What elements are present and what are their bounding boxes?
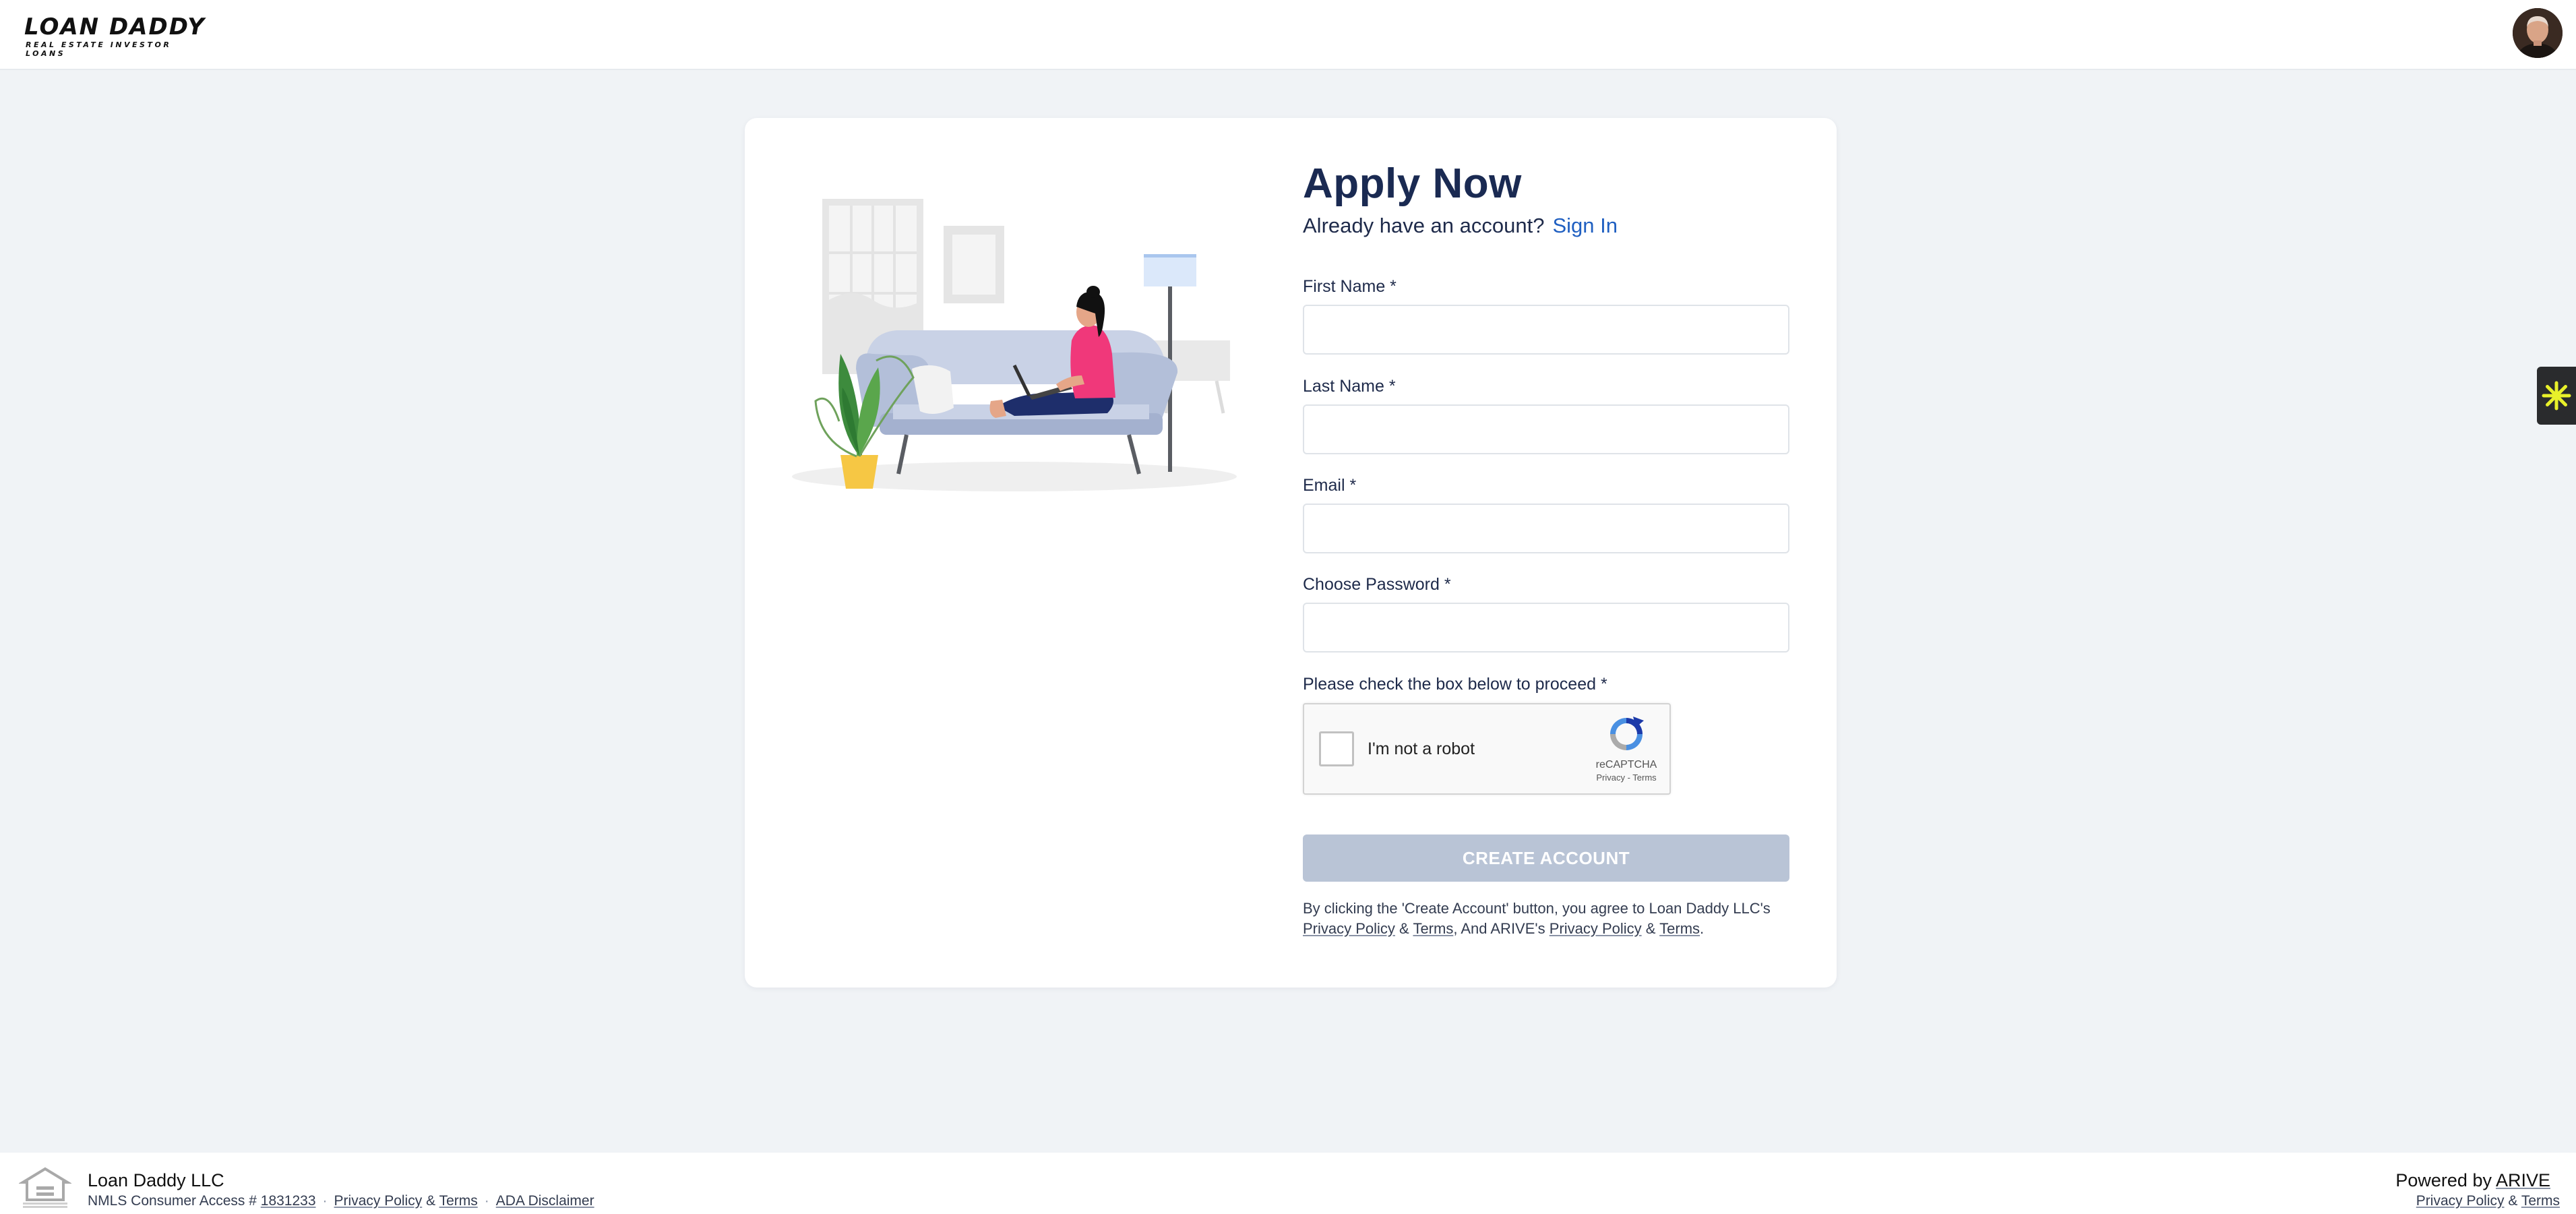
- footer-separator: ·: [322, 1193, 328, 1209]
- footer-amp: &: [426, 1193, 436, 1209]
- recaptcha-terms-link[interactable]: Terms: [1632, 772, 1656, 783]
- captcha-instruction: Please check the box below to proceed *: [1303, 675, 1607, 694]
- loan-daddy-logo[interactable]: LOAN DADDY REAL ESTATE INVESTOR LOANS: [24, 13, 213, 58]
- footer-bar: Loan Daddy LLC NMLS Consumer Access # 18…: [0, 1153, 2576, 1214]
- recaptcha-checkbox[interactable]: [1319, 731, 1354, 766]
- disclaimer-middle: , And ARIVE's: [1453, 920, 1550, 937]
- last-name-label: Last Name *: [1303, 377, 1396, 396]
- terms-disclaimer: By clicking the 'Create Account' button,…: [1303, 899, 1789, 939]
- zap-widget-icon: [2542, 381, 2571, 411]
- recaptcha-label: I'm not a robot: [1368, 739, 1475, 758]
- arive-terms-footer-link[interactable]: Terms: [2521, 1193, 2560, 1209]
- first-name-field[interactable]: [1303, 305, 1789, 355]
- first-name-label: First Name *: [1303, 277, 1397, 296]
- create-account-button[interactable]: CREATE ACCOUNT: [1303, 834, 1789, 882]
- equal-housing-opportunity-icon: [19, 1167, 71, 1208]
- signup-card: Apply Now Already have an account? Sign I…: [745, 118, 1837, 988]
- last-name-field[interactable]: [1303, 404, 1789, 454]
- disclaimer-end: .: [1700, 920, 1705, 937]
- subtitle: Already have an account? Sign In: [1303, 214, 1618, 238]
- footer-right-links: Privacy Policy & Terms: [2416, 1193, 2560, 1209]
- avatar-image: [2513, 8, 2563, 58]
- disclaimer-prefix: By clicking the 'Create Account' button,…: [1303, 900, 1771, 917]
- disclaimer-amp-2: &: [1641, 920, 1660, 937]
- woman-on-sofa-illustration: [792, 199, 1237, 491]
- recaptcha-brand: reCAPTCHA: [1595, 759, 1657, 770]
- footer-right-amp: &: [2508, 1193, 2518, 1209]
- password-label: Choose Password *: [1303, 575, 1451, 594]
- nmls-label: NMLS Consumer Access #: [88, 1193, 261, 1209]
- logo-main-text: LOAN DADDY: [24, 13, 206, 40]
- ada-disclaimer-link[interactable]: ADA Disclaimer: [496, 1193, 594, 1209]
- header-bar: LOAN DADDY REAL ESTATE INVESTOR LOANS: [0, 0, 2576, 70]
- email-field[interactable]: [1303, 504, 1789, 553]
- side-widget-button[interactable]: [2537, 367, 2576, 425]
- recaptcha-separator: -: [1624, 772, 1633, 783]
- recaptcha-logo: reCAPTCHA Privacy - Terms: [1586, 714, 1667, 788]
- avatar[interactable]: [2513, 8, 2563, 58]
- loan-daddy-privacy-link[interactable]: Privacy Policy: [1303, 920, 1395, 937]
- disclaimer-amp-1: &: [1394, 920, 1413, 937]
- nmls-number-link[interactable]: 1831233: [261, 1193, 316, 1209]
- arive-privacy-link[interactable]: Privacy Policy: [1550, 920, 1642, 937]
- logo-sub-text: REAL ESTATE INVESTOR LOANS: [26, 40, 172, 58]
- arive-link[interactable]: ARIVE: [2496, 1170, 2550, 1190]
- password-field[interactable]: [1303, 603, 1789, 652]
- sign-in-link[interactable]: Sign In: [1552, 214, 1618, 237]
- company-name: Loan Daddy LLC: [88, 1170, 224, 1190]
- arive-privacy-footer-link[interactable]: Privacy Policy: [2416, 1193, 2505, 1209]
- powered-by-label: Powered by: [2395, 1170, 2496, 1190]
- footer-separator: ·: [484, 1193, 489, 1209]
- footer-privacy-link[interactable]: Privacy Policy: [334, 1193, 423, 1209]
- recaptcha-links: Privacy - Terms: [1586, 772, 1667, 783]
- recaptcha-icon: [1610, 717, 1644, 750]
- subtitle-text: Already have an account?: [1303, 214, 1545, 237]
- footer-terms-link[interactable]: Terms: [439, 1193, 478, 1209]
- loan-daddy-terms-link[interactable]: Terms: [1413, 920, 1453, 937]
- recaptcha-widget: I'm not a robot reCAPTCHA Privacy - Term…: [1303, 703, 1671, 795]
- recaptcha-privacy-link[interactable]: Privacy: [1596, 772, 1625, 783]
- powered-by: Powered by ARIVE: [2395, 1170, 2550, 1191]
- page-title: Apply Now: [1303, 160, 1522, 207]
- footer-links: NMLS Consumer Access # 1831233 · Privacy P…: [88, 1193, 594, 1209]
- email-label: Email *: [1303, 476, 1357, 495]
- arive-terms-link[interactable]: Terms: [1659, 920, 1700, 937]
